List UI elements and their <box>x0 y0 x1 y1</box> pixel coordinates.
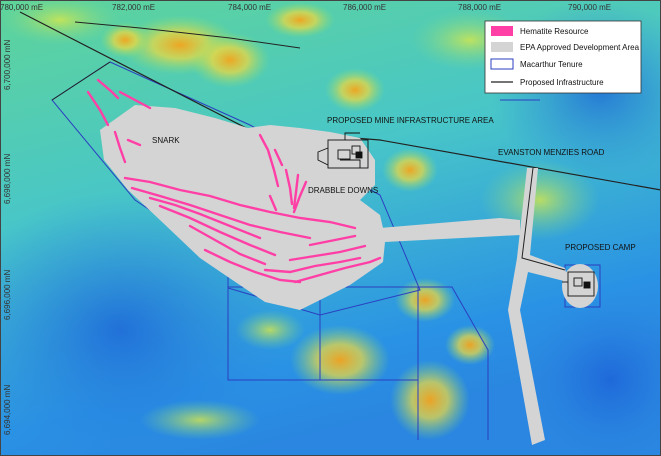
easting-label: 782,000 mE <box>112 3 155 12</box>
easting-label: 786,000 mE <box>343 3 386 12</box>
easting-label: 780,000 mE <box>0 3 43 12</box>
northing-label: 6,700,000 mN <box>3 40 12 90</box>
terrain-map: SNARK PROPOSED MINE INFRASTRUCTURE AREA … <box>0 0 661 456</box>
label-proposed-camp: PROPOSED CAMP <box>565 243 636 252</box>
legend-swatch-epa <box>491 42 513 52</box>
easting-label: 788,000 mE <box>458 3 501 12</box>
label-mine-infrastructure-area: PROPOSED MINE INFRASTRUCTURE AREA <box>327 116 494 125</box>
label-evanston-menzies-road: EVANSTON MENZIES ROAD <box>498 148 605 157</box>
legend-label-hematite: Hematite Resource <box>520 27 589 36</box>
easting-label: 784,000 mE <box>228 3 271 12</box>
northing-label: 6,694,000 mN <box>3 385 12 435</box>
northing-label: 6,698,000 mN <box>3 154 12 204</box>
label-snark: SNARK <box>152 136 180 145</box>
label-drabble-downs: DRABBLE DOWNS <box>308 186 378 195</box>
legend-label-tenure: Macarthur Tenure <box>520 60 583 69</box>
easting-label: 790,000 mE <box>568 3 611 12</box>
legend: Hematite Resource EPA Approved Developme… <box>484 20 642 94</box>
legend-label-epa: EPA Approved Development Area <box>520 43 640 52</box>
legend-label-infra: Proposed Infrastructure <box>520 78 604 87</box>
legend-swatch-hematite <box>491 26 513 36</box>
northing-label: 6,696,000 mN <box>3 270 12 320</box>
